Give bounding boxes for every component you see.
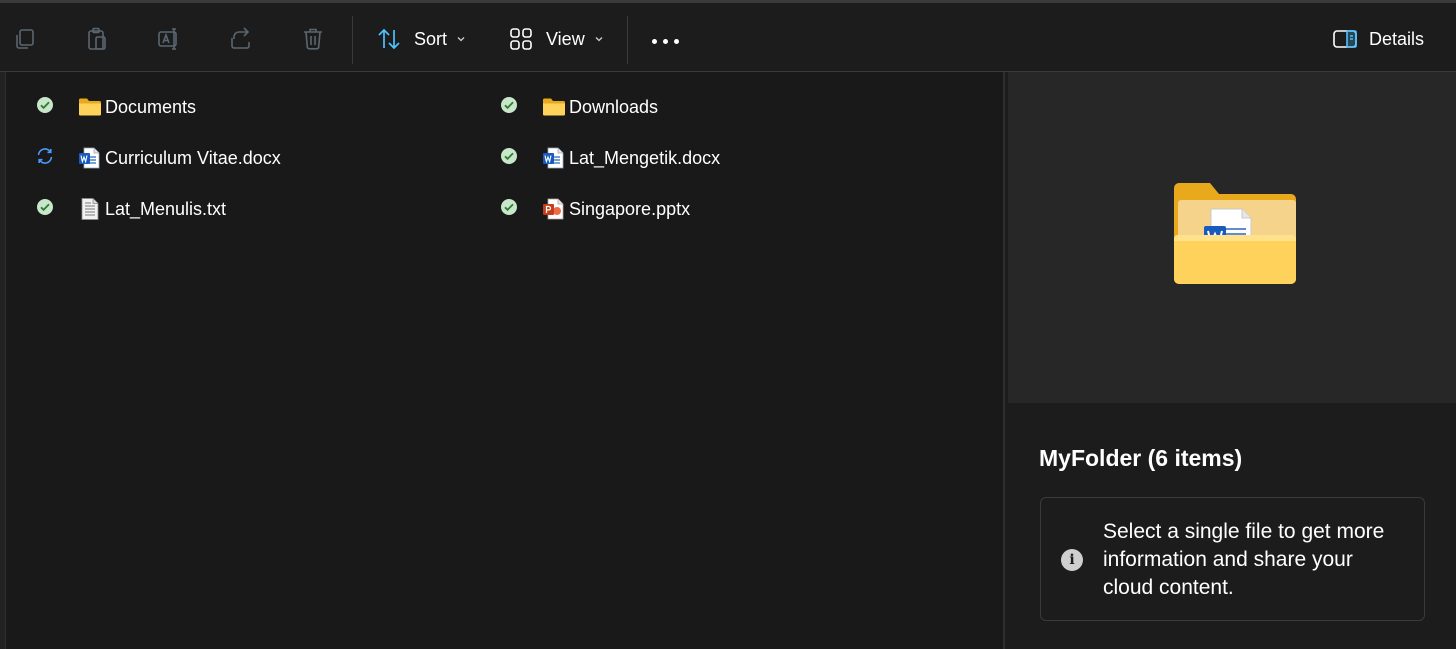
file-name: Singapore.pptx — [569, 198, 691, 219]
toolbar-separator — [627, 16, 628, 64]
sort-button[interactable]: Sort — [376, 23, 467, 55]
word-document-icon — [78, 146, 102, 170]
chevron-down-icon — [595, 37, 603, 42]
paste-icon[interactable] — [83, 25, 111, 53]
share-icon[interactable] — [227, 25, 255, 53]
details-pane-icon — [1332, 26, 1358, 52]
synced-status-icon — [37, 199, 53, 215]
file-name: Curriculum Vitae.docx — [105, 147, 281, 168]
synced-status-icon — [37, 97, 53, 113]
file-name: Downloads — [569, 96, 659, 117]
view-label: View — [546, 28, 585, 49]
folder-icon — [78, 95, 102, 119]
word-document-icon — [542, 146, 566, 170]
list-item[interactable]: Lat_Menulis.txt — [78, 194, 226, 224]
synced-status-icon — [501, 148, 517, 164]
preview-area — [1008, 72, 1456, 403]
info-icon: i — [1061, 549, 1083, 571]
synced-status-icon — [501, 199, 517, 215]
file-name: Lat_Mengetik.docx — [569, 147, 721, 168]
folder-icon — [542, 95, 566, 119]
list-item[interactable]: Downloads — [542, 92, 658, 122]
sort-icon — [376, 26, 402, 52]
file-name: Documents — [105, 96, 197, 117]
powerpoint-file-icon — [542, 197, 566, 221]
chevron-down-icon — [457, 37, 465, 42]
info-message: Select a single file to get more informa… — [1103, 520, 1385, 599]
details-label: Details — [1369, 28, 1425, 49]
syncing-status-icon — [37, 148, 53, 164]
rename-icon[interactable] — [155, 25, 183, 53]
folder-with-document-icon — [1174, 183, 1296, 284]
details-pane-button[interactable]: Details — [1332, 23, 1424, 55]
sort-label: Sort — [414, 28, 448, 49]
list-item[interactable]: Lat_Mengetik.docx — [542, 143, 720, 173]
details-title: MyFolder (6 items) — [1039, 445, 1243, 471]
list-item[interactable]: Singapore.pptx — [542, 194, 690, 224]
navigation-pane-edge — [0, 72, 6, 649]
copy-icon[interactable] — [11, 25, 39, 53]
list-item[interactable]: Documents — [78, 92, 196, 122]
toolbar-separator — [352, 16, 353, 64]
list-item[interactable]: Curriculum Vitae.docx — [78, 143, 281, 173]
delete-icon[interactable] — [299, 25, 327, 53]
view-grid-icon — [508, 26, 534, 52]
synced-status-icon — [501, 97, 517, 113]
more-options-icon[interactable] — [652, 39, 679, 44]
details-pane: MyFolder (6 items) i Select a single fil… — [1005, 72, 1456, 649]
view-button[interactable]: View — [508, 23, 605, 55]
command-bar: Sort View Details — [0, 3, 1456, 72]
text-file-icon — [78, 197, 102, 221]
file-name: Lat_Menulis.txt — [105, 198, 227, 219]
info-card: i Select a single file to get more infor… — [1040, 497, 1425, 621]
